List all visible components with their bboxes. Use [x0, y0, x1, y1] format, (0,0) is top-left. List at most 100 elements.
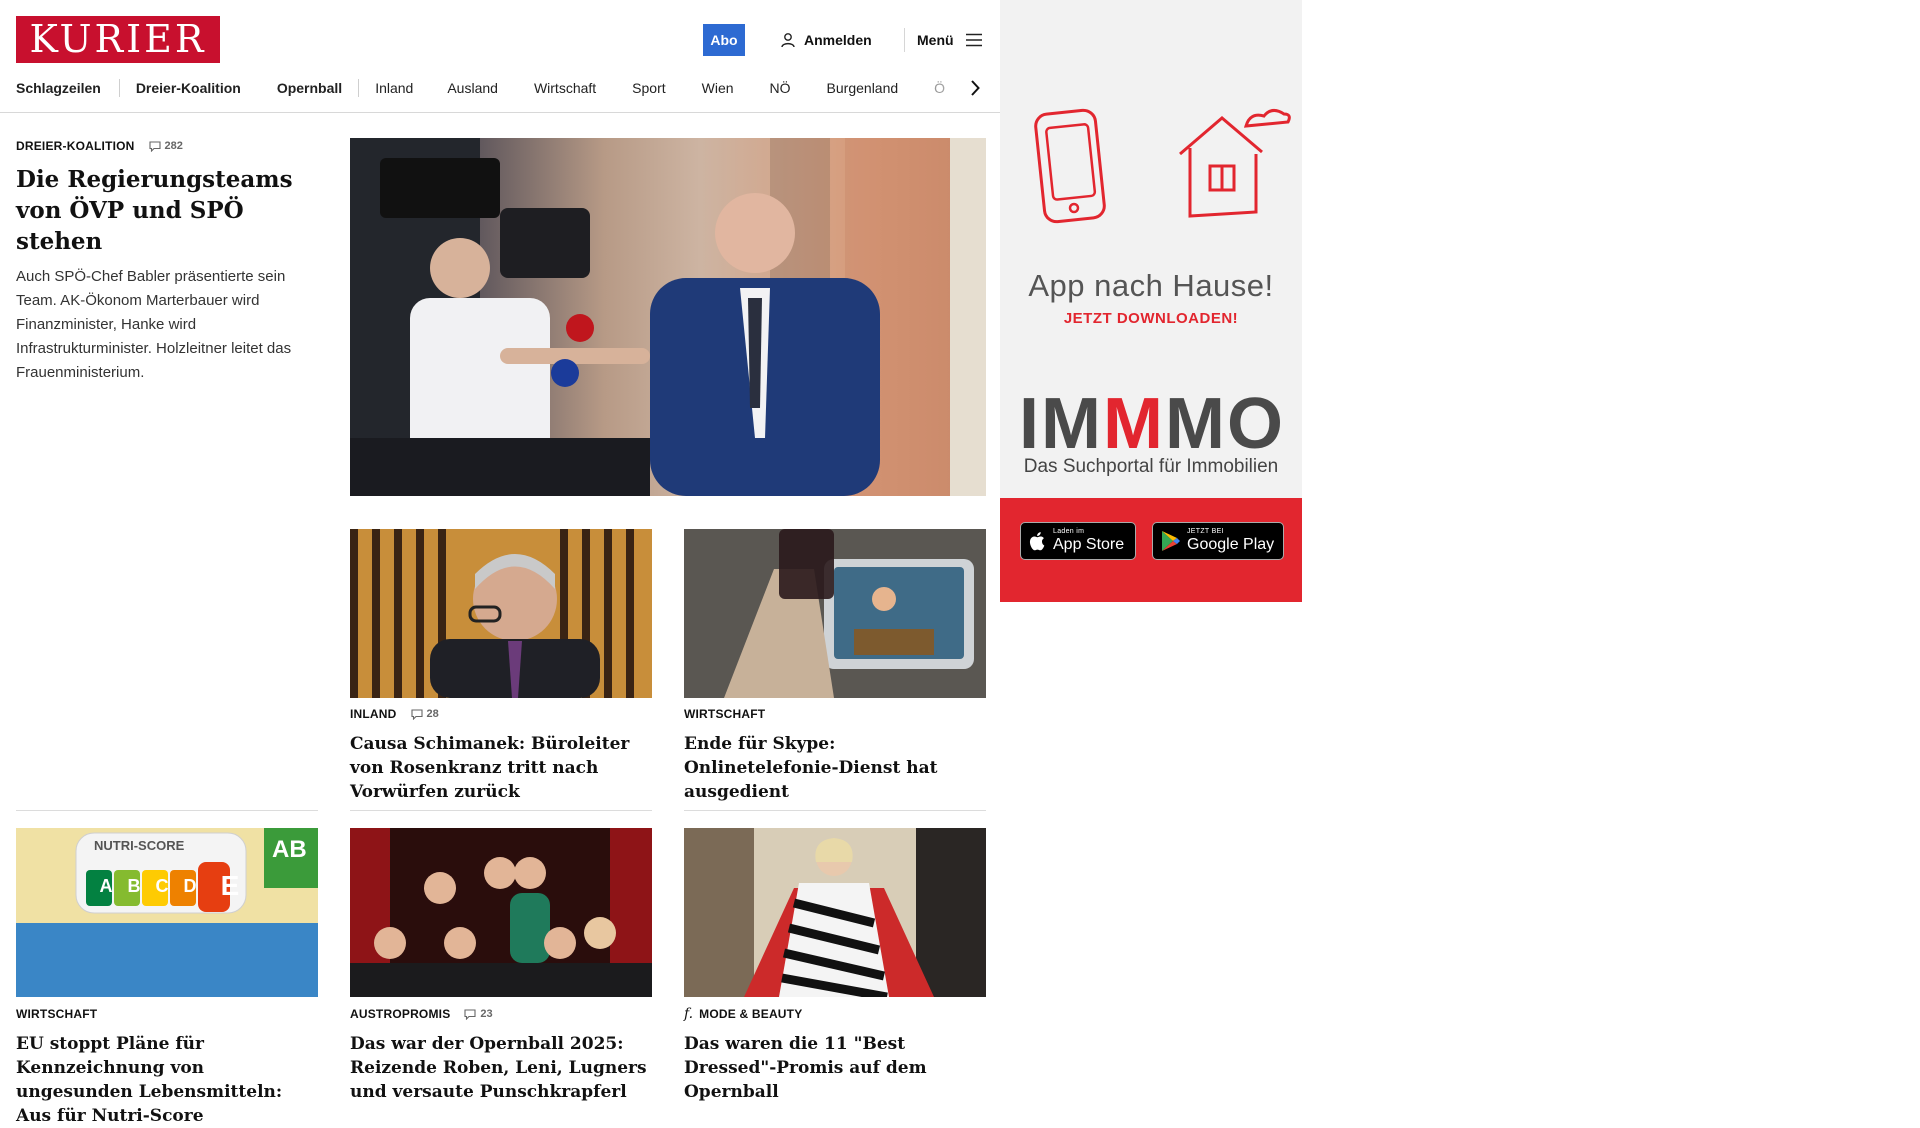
nav-item-opernball[interactable]: Opernball: [277, 80, 342, 96]
nav-item-dreier-koalition[interactable]: Dreier-Koalition: [136, 80, 241, 96]
card-meta: AUSTROPROMIS 23: [350, 1006, 652, 1022]
app-store-big: App Store: [1053, 536, 1125, 553]
nav-item-burgenland[interactable]: Burgenland: [827, 80, 899, 96]
immmo-logo: IMMMO: [1014, 388, 1290, 460]
chevron-right-icon: [971, 80, 980, 96]
nutriscore-letter-e: E: [220, 870, 240, 901]
card-title[interactable]: Das war der Opernball 2025: Reizende Rob…: [350, 1032, 652, 1104]
category-nav: Schlagzeilen Dreier-Koalition Opernball …: [16, 76, 984, 100]
google-play-text: JETZT BEI Google Play: [1187, 528, 1274, 554]
skype-photo-illustration: [684, 529, 986, 698]
hamburger-icon: [965, 33, 982, 47]
comment-count: 23: [480, 1008, 493, 1020]
house-icon: [1179, 109, 1291, 218]
card-image-inland[interactable]: [350, 529, 652, 698]
lead-meta: DREIER-KOALITION 282: [16, 138, 318, 154]
nav-divider: [358, 79, 360, 97]
menu-label: Menü: [917, 32, 954, 48]
card-best-dressed[interactable]: f. MODE & BEAUTY Das waren die 11 "Best …: [684, 1006, 986, 1104]
google-play-small: JETZT BEI: [1187, 528, 1224, 535]
immmo-advertisement[interactable]: App nach Hause! JETZT DOWNLOADEN! IMMMO …: [1000, 0, 1302, 602]
app-store-text: Laden im App Store: [1053, 528, 1124, 554]
nav-item-sport[interactable]: Sport: [632, 80, 665, 96]
card-meta: f. MODE & BEAUTY: [684, 1006, 986, 1022]
nav-item-wien[interactable]: Wien: [702, 80, 734, 96]
card-meta: WIRTSCHAFT: [684, 706, 986, 722]
comment-icon: [148, 140, 161, 152]
abo-button[interactable]: Abo: [703, 24, 745, 56]
app-store-small: Laden im: [1053, 528, 1085, 535]
login-button[interactable]: Anmelden: [780, 28, 872, 52]
comment-count: 28: [426, 708, 439, 720]
card-comments[interactable]: 28: [410, 708, 439, 720]
opernball-photo-illustration: [350, 828, 652, 997]
nav-item-wirtschaft[interactable]: Wirtschaft: [534, 80, 596, 96]
smartphone-icon: [1034, 108, 1106, 224]
app-store-button[interactable]: Laden im App Store: [1020, 522, 1136, 560]
lead-comments[interactable]: 282: [148, 140, 183, 152]
site-header: KURIER Abo Anmelden Menü Schlagzeilen Dr…: [0, 0, 1000, 113]
card-category[interactable]: WIRTSCHAFT: [684, 707, 765, 721]
immmo-logo-accent: M: [1103, 384, 1165, 464]
nutriscore-letter-b: B: [127, 876, 141, 896]
card-category[interactable]: WIRTSCHAFT: [16, 1007, 97, 1021]
card-title[interactable]: Causa Schimanek: Büroleiter von Rosenkra…: [350, 732, 652, 804]
kurier-logo[interactable]: KURIER: [16, 16, 220, 63]
lead-image[interactable]: [350, 138, 986, 496]
nav-scroll-right-button[interactable]: [966, 76, 984, 100]
best-dressed-photo-illustration: [684, 828, 986, 997]
nav-item-schlagzeilen[interactable]: Schlagzeilen: [16, 80, 101, 96]
card-image-best-dressed[interactable]: [684, 828, 986, 997]
ad-subline: Das Suchportal für Immobilien: [1023, 456, 1279, 477]
ad-cta[interactable]: JETZT DOWNLOADEN!: [1000, 310, 1302, 327]
google-play-button[interactable]: JETZT BEI Google Play: [1152, 522, 1284, 560]
row-separator: [684, 810, 986, 811]
card-title[interactable]: Das waren die 11 "Best Dressed"-Promis a…: [684, 1032, 986, 1104]
card-nutriscore[interactable]: WIRTSCHAFT EU stoppt Pläne für Kennzeich…: [16, 1006, 318, 1128]
header-divider: [904, 28, 905, 52]
card-title[interactable]: EU stoppt Pläne für Kennzeichnung von un…: [16, 1032, 318, 1128]
immmo-logo-part: IM: [1019, 384, 1103, 464]
freizeit-icon: f.: [684, 1006, 694, 1022]
apple-icon: [1029, 532, 1045, 551]
card-category[interactable]: MODE & BEAUTY: [699, 1007, 802, 1021]
card-opernball[interactable]: AUSTROPROMIS 23 Das war der Opernball 20…: [350, 1006, 652, 1104]
card-title[interactable]: Ende für Skype: Onlinetelefonie-Dienst h…: [684, 732, 986, 804]
main-column: KURIER Abo Anmelden Menü Schlagzeilen Dr…: [0, 0, 1000, 1126]
card-meta: INLAND 28: [350, 706, 652, 722]
google-play-big: Google Play: [1187, 536, 1275, 553]
nutriscore-letter-a: A: [99, 876, 113, 896]
card-image-nutriscore[interactable]: NUTRI-SCORE A B C D E AB: [16, 828, 318, 997]
card-category[interactable]: AUSTROPROMIS: [350, 1007, 450, 1021]
nutriscore-letter-d: D: [183, 876, 197, 896]
card-image-opernball[interactable]: [350, 828, 652, 997]
nav-item-inland[interactable]: Inland: [375, 80, 413, 96]
nav-divider: [118, 79, 120, 97]
row-separator: [350, 810, 652, 811]
lead-article[interactable]: DREIER-KOALITION 282 Die Regierungsteams…: [16, 138, 318, 385]
nutriscore-letter-c: C: [155, 876, 169, 896]
ad-headline: App nach Hause!: [1028, 268, 1274, 303]
card-meta: WIRTSCHAFT: [16, 1006, 318, 1022]
menu-button[interactable]: Menü: [917, 28, 982, 52]
politician-photo-illustration: [350, 529, 634, 698]
comment-icon: [464, 1008, 476, 1020]
card-inland[interactable]: INLAND 28 Causa Schimanek: Büroleiter vo…: [350, 706, 652, 804]
nutriscore-label: NUTRI-SCORE: [94, 838, 185, 853]
immmo-logo-part: MO: [1164, 384, 1285, 464]
google-play-icon: [1162, 531, 1180, 551]
card-skype[interactable]: WIRTSCHAFT Ende für Skype: Onlinetelefon…: [684, 706, 986, 804]
bio-label: AB: [272, 836, 307, 863]
login-label: Anmelden: [804, 32, 872, 48]
nav-item-noe[interactable]: NÖ: [770, 80, 791, 96]
card-image-skype[interactable]: [684, 529, 986, 698]
comment-icon: [410, 708, 423, 720]
card-comments[interactable]: 23: [464, 1008, 493, 1020]
lead-category[interactable]: DREIER-KOALITION: [16, 139, 135, 153]
card-category[interactable]: INLAND: [350, 707, 397, 721]
row-separator: [16, 810, 318, 811]
nav-item-ausland[interactable]: Ausland: [447, 80, 498, 96]
lead-title[interactable]: Die Regierungsteams von ÖVP und SPÖ steh…: [16, 164, 318, 257]
lead-photo-illustration: [350, 138, 986, 496]
user-icon: [781, 33, 795, 48]
